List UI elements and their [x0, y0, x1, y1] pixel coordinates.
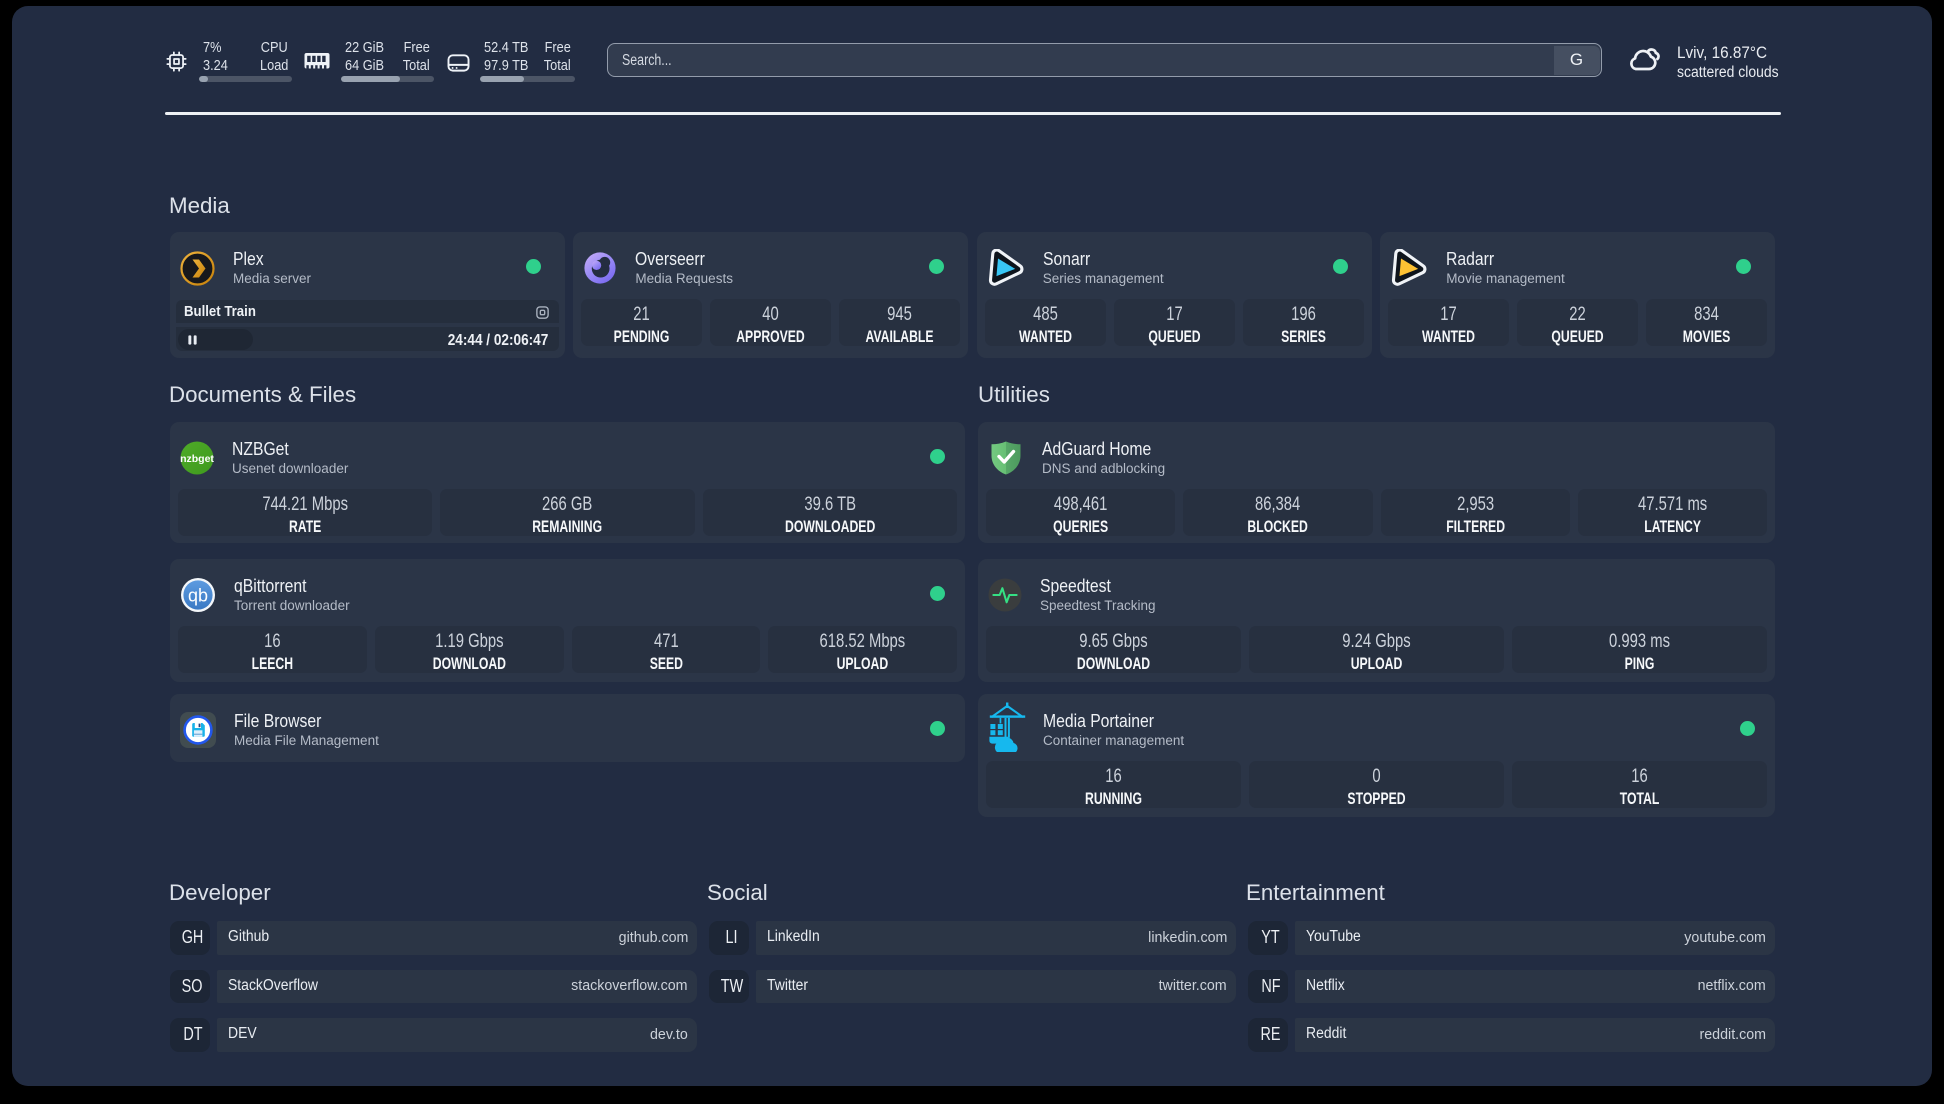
svg-text:qb: qb	[188, 586, 208, 606]
svg-text:nzbget: nzbget	[180, 453, 214, 465]
